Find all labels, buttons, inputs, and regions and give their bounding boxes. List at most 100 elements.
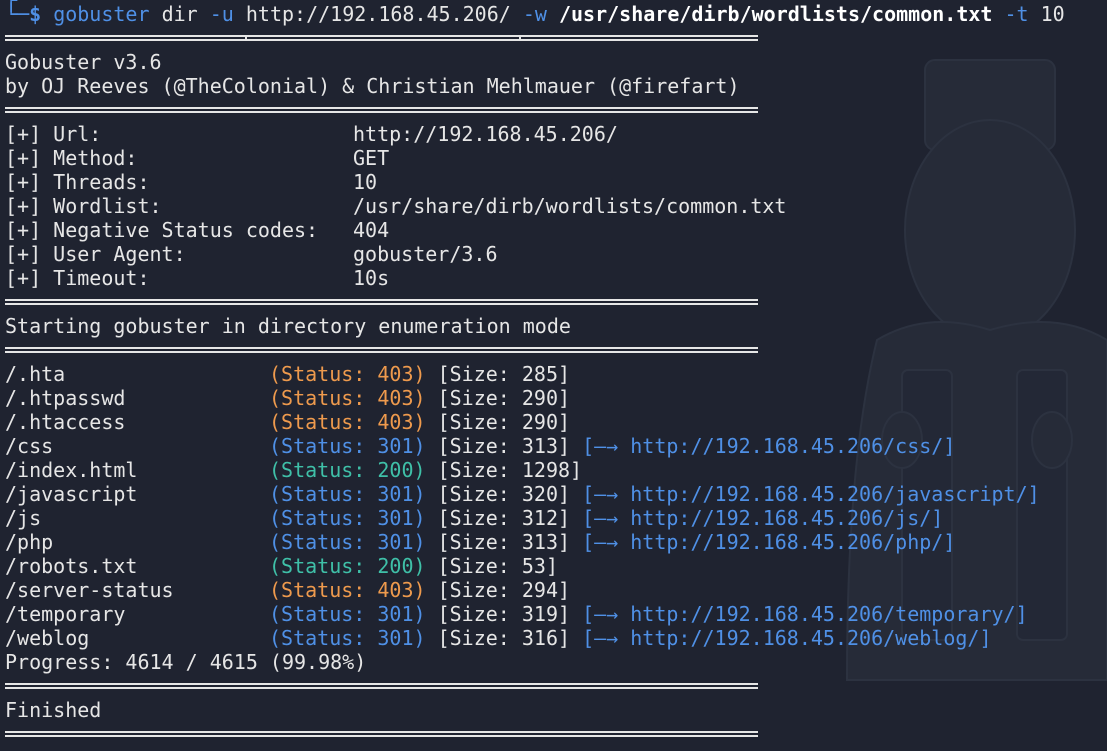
- separator: [5, 290, 1105, 314]
- result-path: /weblog: [5, 626, 90, 650]
- result-path: /javascript: [5, 482, 138, 506]
- progress-line: Progress: 4614 / 4615 (99.98%): [5, 650, 367, 674]
- status-code: 301: [377, 626, 414, 650]
- result-path: /js: [5, 506, 42, 530]
- result-size: [Size: 53]: [425, 554, 559, 578]
- redirect-url[interactable]: http://192.168.45.206/weblog/: [630, 626, 979, 650]
- result-path: /.htaccess: [5, 410, 126, 434]
- result-path: /css: [5, 434, 54, 458]
- status-code: 200: [377, 458, 414, 482]
- result-status: (Status: 403): [269, 362, 426, 386]
- size-value: 313: [521, 434, 558, 458]
- size-value: 312: [521, 506, 558, 530]
- config-row: [+] Wordlist: /usr/share/dirb/wordlists/c…: [5, 194, 1105, 218]
- config-value: GET: [353, 146, 390, 170]
- result-size: [Size: 285]: [425, 362, 571, 386]
- result-status: (Status: 301): [269, 506, 426, 530]
- config-key: [+] Negative Status codes:: [5, 218, 319, 242]
- result-size: [Size: 312]: [425, 506, 571, 530]
- config-value: 10: [353, 170, 378, 194]
- arg-threads: 10: [1040, 2, 1065, 26]
- result-row: /.htaccess (Status: 403) [Size: 290]: [5, 410, 1105, 434]
- banner-authors: by OJ Reeves (@TheColonial) & Christian …: [5, 74, 740, 98]
- config-value: http://192.168.45.206/: [353, 122, 618, 146]
- flag-w: -w: [522, 2, 547, 26]
- result-path: /robots.txt: [5, 554, 138, 578]
- result-row: /css (Status: 301) [Size: 313] [—→ http:/…: [5, 434, 1105, 458]
- result-row: /temporary (Status: 301) [Size: 319] [—→ …: [5, 602, 1105, 626]
- size-value: 290: [521, 386, 558, 410]
- result-path: /.hta: [5, 362, 66, 386]
- redirect-link[interactable]: [—→ http://192.168.45.206/css/]: [570, 434, 955, 458]
- result-status: (Status: 200): [269, 554, 426, 578]
- result-row: /.hta (Status: 403) [Size: 285]: [5, 362, 1105, 386]
- redirect-link[interactable]: [—→ http://192.168.45.206/js/]: [570, 506, 943, 530]
- result-row: /js (Status: 301) [Size: 312] [—→ http://…: [5, 506, 1105, 530]
- size-value: 1298: [521, 458, 571, 482]
- arg-wordlist: /usr/share/dirb/wordlists/common.txt: [558, 2, 993, 26]
- config-value: 10s: [353, 266, 390, 290]
- result-size: [Size: 316]: [425, 626, 571, 650]
- status-code: 301: [377, 482, 414, 506]
- config-row: [+] User Agent: gobuster/3.6: [5, 242, 1105, 266]
- result-path: /.htpasswd: [5, 386, 126, 410]
- config-key: [+] User Agent:: [5, 242, 186, 266]
- flag-t: -t: [1004, 2, 1029, 26]
- redirect-url[interactable]: http://192.168.45.206/php/: [630, 530, 943, 554]
- result-row: /index.html (Status: 200) [Size: 1298]: [5, 458, 1105, 482]
- result-status: (Status: 301): [269, 482, 426, 506]
- result-status: (Status: 301): [269, 602, 426, 626]
- command-name: gobuster: [53, 2, 150, 26]
- finished-message: Finished: [5, 698, 102, 722]
- size-value: 290: [521, 410, 558, 434]
- config-key: [+] Threads:: [5, 170, 150, 194]
- config-row: [+] Url: http://192.168.45.206/: [5, 122, 1105, 146]
- result-size: [Size: 290]: [425, 386, 571, 410]
- redirect-link[interactable]: [—→ http://192.168.45.206/php/]: [570, 530, 955, 554]
- result-row: /server-status (Status: 403) [Size: 294]: [5, 578, 1105, 602]
- redirect-link[interactable]: [—→ http://192.168.45.206/weblog/]: [570, 626, 991, 650]
- redirect-url[interactable]: http://192.168.45.206/css/: [630, 434, 943, 458]
- redirect-url[interactable]: http://192.168.45.206/temporary/: [630, 602, 1015, 626]
- status-code: 301: [377, 602, 414, 626]
- status-code: 301: [377, 434, 414, 458]
- result-size: [Size: 290]: [425, 410, 571, 434]
- redirect-url[interactable]: http://192.168.45.206/js/: [630, 506, 931, 530]
- status-code: 403: [377, 410, 414, 434]
- config-value: gobuster/3.6: [353, 242, 498, 266]
- result-status: (Status: 200): [269, 458, 426, 482]
- result-status: (Status: 301): [269, 530, 426, 554]
- result-path: /temporary: [5, 602, 126, 626]
- result-status: (Status: 403): [269, 410, 426, 434]
- config-value: /usr/share/dirb/wordlists/common.txt: [353, 194, 787, 218]
- result-row: /.htpasswd (Status: 403) [Size: 290]: [5, 386, 1105, 410]
- result-path: /php: [5, 530, 54, 554]
- result-size: [Size: 294]: [425, 578, 571, 602]
- result-size: [Size: 313]: [425, 434, 571, 458]
- config-key: [+] Method:: [5, 146, 138, 170]
- arg-url: http://192.168.45.206/: [245, 2, 511, 26]
- redirect-link[interactable]: [—→ http://192.168.45.206/javascript/]: [570, 482, 1040, 506]
- result-row: /php (Status: 301) [Size: 313] [—→ http:/…: [5, 530, 1105, 554]
- arg-dir: dir: [161, 2, 198, 26]
- status-code: 301: [377, 530, 414, 554]
- redirect-link[interactable]: [—→ http://192.168.45.206/temporary/]: [570, 602, 1028, 626]
- flag-u: -u: [209, 2, 234, 26]
- prompt-symbol: $: [29, 2, 42, 26]
- size-value: 285: [521, 362, 558, 386]
- config-row: [+] Negative Status codes: 404: [5, 218, 1105, 242]
- result-row: /robots.txt (Status: 200) [Size: 53]: [5, 554, 1105, 578]
- results-list: /.hta (Status: 403) [Size: 285]/.htpasswd…: [5, 362, 1105, 650]
- result-status: (Status: 301): [269, 626, 426, 650]
- size-value: 320: [521, 482, 558, 506]
- redirect-url[interactable]: http://192.168.45.206/javascript/: [630, 482, 1027, 506]
- banner-version: Gobuster v3.6: [5, 50, 162, 74]
- separator: [5, 98, 1105, 122]
- result-size: [Size: 313]: [425, 530, 571, 554]
- config-value: 404: [353, 218, 390, 242]
- terminal-output[interactable]: ┌ └─$ gobuster dir -u http://192.168.45.…: [5, 0, 1105, 746]
- status-code: 403: [377, 362, 414, 386]
- config-key: [+] Wordlist:: [5, 194, 162, 218]
- size-value: 313: [521, 530, 558, 554]
- command-prompt: └─$ gobuster dir -u http://192.168.45.20…: [5, 2, 1105, 26]
